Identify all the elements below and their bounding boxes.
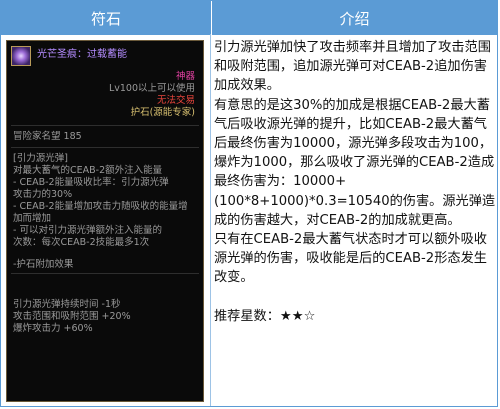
desc-para: 只有在CEAB-2最大蓄气状态时才可以额外吸收源光弹的伤害，吸收能是后的CEAB… bbox=[214, 232, 487, 286]
item-name: 光芒圣痕：过载蓄能 bbox=[37, 49, 127, 60]
effect-line: 攻击力的30% bbox=[13, 189, 73, 200]
effect-line: 次数：每次CEAB-2技能最多1次 bbox=[13, 237, 150, 248]
desc-para: 引力源光弹加快了攻击频率并且增加了攻击范围和吸附范围，追加源光弹可对CEAB-2… bbox=[214, 40, 491, 94]
effect-line: - CEAB-2能量增加攻击力随吸收的能量增 bbox=[13, 201, 188, 212]
desc-para: 有意思的是这30%的加成是根据CEAB-2最大蓄气后吸收源光弹的提升，比如CEA… bbox=[214, 97, 496, 228]
item-rarity: 神器 bbox=[175, 71, 195, 82]
item-level-req: Lv100以上可以使用 bbox=[108, 83, 195, 94]
item-tooltip: 光芒圣痕：过载蓄能 神器 Lv100以上可以使用 无法交易 护石(源能专家) 冒… bbox=[6, 40, 204, 402]
effect-line: - CEAB-2能量吸收比率：引力源光弹 bbox=[13, 177, 169, 188]
effect-line: - 可以对引力源光弹额外注入能量的 bbox=[13, 225, 162, 236]
divider bbox=[11, 147, 199, 148]
item-trade: 无法交易 bbox=[156, 95, 195, 106]
effect-line: 加而增加 bbox=[13, 213, 52, 224]
column-divider bbox=[210, 34, 211, 406]
bonus-line: 引力源光弹持续时间 -1秒 bbox=[13, 299, 121, 310]
bonus-line: 攻击范围和吸附范围 +20% bbox=[13, 311, 131, 322]
rating: 推荐星数：★★☆ bbox=[214, 308, 316, 324]
header-intro: 介绍 bbox=[212, 1, 497, 35]
description: 引力源光弹加快了攻击频率并且增加了攻击范围和吸附范围，追加源光弹可对CEAB-2… bbox=[214, 38, 496, 326]
bonus-title: -护石附加效果 bbox=[13, 259, 74, 270]
bonus-line: 爆炸攻击力 +60% bbox=[13, 323, 93, 334]
header-rune: 符石 bbox=[1, 1, 212, 35]
item-reputation: 冒险家名望 185 bbox=[13, 131, 82, 142]
divider bbox=[11, 273, 199, 274]
divider bbox=[11, 125, 199, 126]
rune-icon bbox=[11, 46, 31, 66]
skill-title: [引力源光弹] bbox=[13, 153, 68, 164]
item-type: 护石(源能专家) bbox=[130, 107, 195, 118]
effect-line: 对最大蓄气的CEAB-2额外注入能量 bbox=[13, 165, 163, 176]
